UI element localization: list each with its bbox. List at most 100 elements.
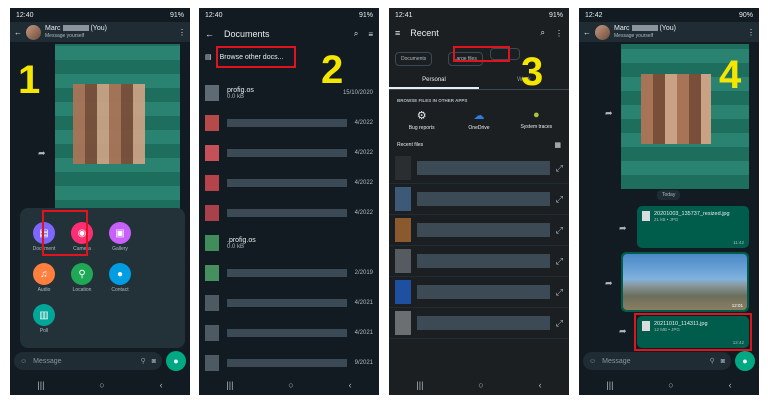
back-arrow-icon[interactable]: ← [205, 29, 214, 39]
attach-icon[interactable]: ⚲ [141, 357, 146, 365]
message-time: 12:01 [731, 303, 743, 308]
forward-icon[interactable]: ➦ [38, 148, 46, 159]
attach-contact-button[interactable]: ● Contact [100, 263, 140, 293]
emoji-icon[interactable]: ☺ [20, 358, 27, 365]
recents-nav-icon[interactable]: ||| [37, 380, 44, 390]
more-options-icon[interactable]: ⋮ [178, 28, 186, 37]
tab-personal[interactable]: Personal [389, 73, 479, 89]
contact-name: Marc [614, 25, 630, 32]
file-row[interactable]: 4/2022 [199, 138, 379, 168]
recent-file-row[interactable]: ⤢ [389, 153, 569, 184]
nav-bar: ||| ○ ‹ [579, 375, 759, 395]
file-name-blurred [417, 285, 550, 299]
back-nav-icon[interactable]: ‹ [349, 380, 352, 390]
home-nav-icon[interactable]: ○ [668, 380, 673, 390]
contact-subtitle: Message yourself [45, 33, 85, 39]
file-info: profig.os 0.0 kB [227, 87, 335, 100]
file-row[interactable]: 9/2021 [199, 348, 379, 378]
recent-file-row[interactable]: ⤢ [389, 246, 569, 277]
back-nav-icon[interactable]: ‹ [729, 380, 732, 390]
contact-info: Marc (You) Message yourself [614, 25, 676, 39]
highlight-large-files [453, 46, 510, 62]
expand-icon[interactable]: ⤢ [556, 318, 563, 329]
attach-location-button[interactable]: ⚲ Location [62, 263, 102, 293]
message-input[interactable]: ☺ Message ⚲ ◙ [14, 352, 162, 370]
attach-audio-button[interactable]: ♫ Audio [24, 263, 64, 293]
file-row[interactable]: 4/2022 [199, 108, 379, 138]
recents-nav-icon[interactable]: ||| [416, 380, 423, 390]
forward-icon[interactable]: ➦ [605, 278, 613, 289]
chat-header: ← Marc (You) Message yourself ⋮ [10, 22, 190, 42]
forward-icon[interactable]: ➦ [605, 108, 613, 119]
expand-icon[interactable]: ⤢ [556, 287, 563, 298]
app-onedrive[interactable]: ☁ OneDrive [454, 109, 504, 131]
menu-icon[interactable]: ≡ [395, 28, 400, 38]
recent-file-row[interactable]: ⤢ [389, 215, 569, 246]
mic-button[interactable]: ● [735, 351, 755, 371]
status-time: 12:40 [205, 11, 223, 19]
file-row[interactable]: profig.os 0.0 kB 15/10/2020 [199, 78, 379, 108]
highlight-document [42, 210, 88, 256]
phone-screen-2: 12:40 91% ← Documents ⌕ ≡ ▤ Browse other… [199, 8, 379, 395]
status-battery: 91% [169, 11, 184, 19]
file-row[interactable]: .profig.os 0.0 kB [199, 228, 379, 258]
sort-icon[interactable]: ≡ [368, 30, 373, 39]
app-system-traces[interactable]: ● System traces [511, 109, 561, 131]
expand-icon[interactable]: ⤢ [556, 194, 563, 205]
message-time: 11:42 [733, 240, 744, 245]
back-arrow-icon[interactable]: ← [14, 28, 22, 37]
contact-person-icon: ● [109, 263, 131, 285]
expand-icon[interactable]: ⤢ [556, 225, 563, 236]
back-nav-icon[interactable]: ‹ [539, 380, 542, 390]
file-name-blurred [227, 299, 347, 307]
home-nav-icon[interactable]: ○ [478, 380, 483, 390]
home-nav-icon[interactable]: ○ [99, 380, 104, 390]
more-options-icon[interactable]: ⋮ [747, 28, 755, 37]
recent-file-row[interactable]: ⤢ [389, 308, 569, 339]
recents-nav-icon[interactable]: ||| [226, 380, 233, 390]
recents-nav-icon[interactable]: ||| [606, 380, 613, 390]
avatar[interactable] [595, 24, 610, 40]
cloud-icon: ☁ [473, 110, 485, 122]
status-battery: 91% [548, 11, 563, 19]
forward-icon[interactable]: ➦ [619, 326, 627, 337]
message-placeholder: Message [33, 357, 62, 365]
file-row[interactable]: 4/2021 [199, 288, 379, 318]
mic-button[interactable]: ● [166, 351, 186, 371]
file-name-blurred [417, 316, 550, 330]
back-nav-icon[interactable]: ‹ [160, 380, 163, 390]
camera-icon[interactable]: ◙ [721, 358, 725, 365]
attach-poll-button[interactable]: ▥ Poll [24, 304, 64, 334]
search-icon[interactable]: ⌕ [541, 28, 545, 38]
attach-label: Gallery [112, 246, 128, 252]
recent-file-row[interactable]: ⤢ [389, 184, 569, 215]
file-row[interactable]: 4/2021 [199, 318, 379, 348]
message-input[interactable]: ☺ Message ⚲ ◙ [583, 352, 731, 370]
camera-icon[interactable]: ◙ [152, 358, 156, 365]
chip-documents[interactable]: Documents [395, 52, 433, 66]
file-row[interactable]: 4/2022 [199, 168, 379, 198]
avatar[interactable] [26, 24, 41, 40]
app-bug-reports[interactable]: ⚙ Bug reports [397, 109, 447, 131]
back-arrow-icon[interactable]: ← [583, 28, 591, 37]
file-row[interactable]: 4/2022 [199, 198, 379, 228]
emoji-icon[interactable]: ☺ [589, 358, 596, 365]
file-message[interactable]: 20201003_135737_resized.jpg 21 kB • JPG … [637, 206, 749, 248]
file-row[interactable]: 2/2019 [199, 258, 379, 288]
grid-view-icon[interactable]: ▦ [554, 141, 561, 149]
step-number-2: 2 [321, 48, 344, 92]
headphones-icon: ♫ [33, 263, 55, 285]
photo-message[interactable]: 12:01 [621, 252, 749, 312]
attach-gallery-button[interactable]: ▣ Gallery [100, 222, 140, 252]
recent-file-row[interactable]: ⤢ [389, 277, 569, 308]
more-options-icon[interactable]: ⋮ [555, 29, 563, 38]
android-icon: ● [532, 109, 540, 121]
expand-icon[interactable]: ⤢ [556, 256, 563, 267]
expand-icon[interactable]: ⤢ [556, 163, 563, 174]
file-date: 4/2022 [354, 180, 373, 186]
search-icon[interactable]: ⌕ [354, 29, 358, 39]
attach-icon[interactable]: ⚲ [710, 357, 715, 365]
home-nav-icon[interactable]: ○ [288, 380, 293, 390]
file-date: 4/2022 [354, 210, 373, 216]
forward-icon[interactable]: ➦ [619, 223, 627, 234]
